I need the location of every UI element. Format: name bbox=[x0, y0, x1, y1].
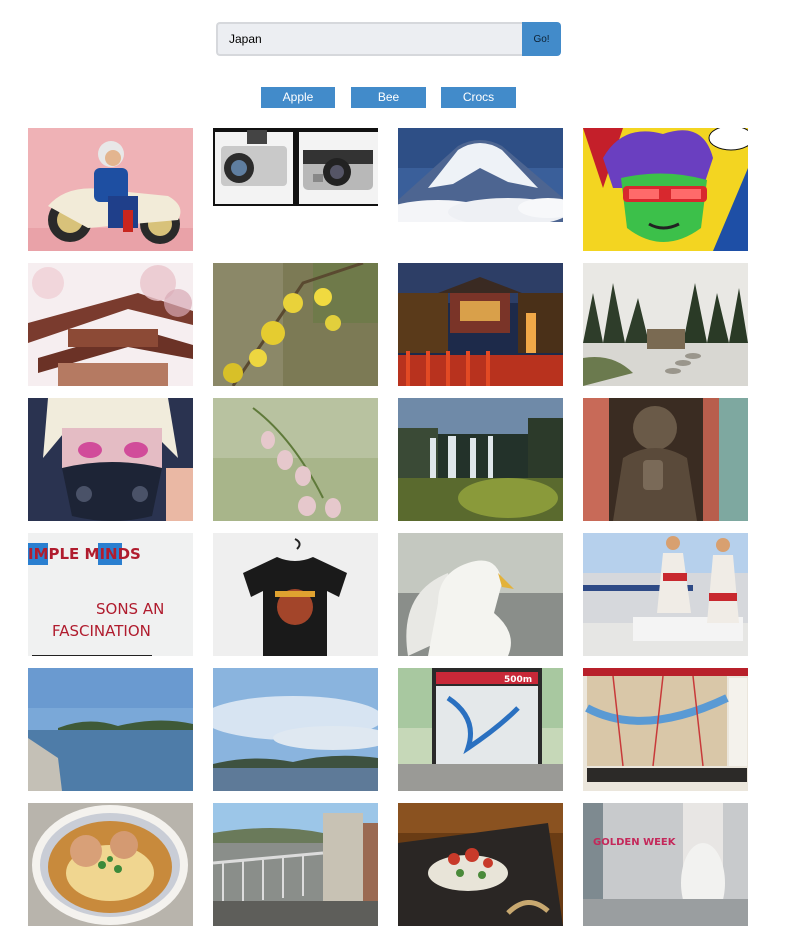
album-title-line-2: FASCINATION bbox=[52, 622, 151, 640]
thumbnail-masked-face[interactable] bbox=[28, 398, 193, 521]
album-title-line-1: SONS AN bbox=[96, 600, 164, 618]
crocs-button[interactable]: Crocs bbox=[441, 87, 516, 108]
thumbnail-bay-clouds[interactable] bbox=[213, 668, 378, 791]
thumbnail-fenced-lot[interactable] bbox=[213, 803, 378, 926]
thumbnail-food-plate[interactable] bbox=[398, 803, 563, 926]
thumbnail-mount-fuji[interactable] bbox=[398, 128, 563, 251]
thumbnail-waterfall[interactable] bbox=[398, 398, 563, 521]
thumbnail-simple-minds-record[interactable]: IMPLE MINDS SONS AN FASCINATION bbox=[28, 533, 193, 656]
thumbnail-shop-window[interactable]: GOLDEN WEEK bbox=[583, 803, 748, 926]
apple-button[interactable]: Apple bbox=[261, 87, 335, 108]
search-form: Go! bbox=[216, 22, 561, 56]
map-sign-distance: 500m bbox=[504, 675, 532, 685]
thumbnail-bell-flowers[interactable] bbox=[213, 398, 378, 521]
thumbnail-white-swan[interactable] bbox=[398, 533, 563, 656]
thumbnail-toy-motorcycle[interactable] bbox=[28, 128, 193, 251]
thumbnail-buddha-statue[interactable] bbox=[583, 398, 748, 521]
shop-window-text: GOLDEN WEEK bbox=[593, 837, 677, 848]
thumbnail-ramen-bowl[interactable] bbox=[28, 803, 193, 926]
search-input[interactable] bbox=[216, 22, 523, 56]
thumbnail-map-sign[interactable]: 500m bbox=[398, 668, 563, 791]
thumbnail-town-map-board[interactable] bbox=[583, 668, 748, 791]
thumbnail-sea-islands[interactable] bbox=[28, 668, 193, 791]
thumbnail-shrine-night[interactable] bbox=[398, 263, 563, 386]
thumbnail-zen-garden[interactable] bbox=[583, 263, 748, 386]
bee-button[interactable]: Bee bbox=[351, 87, 426, 108]
thumbnail-yellow-flowers[interactable] bbox=[213, 263, 378, 386]
thumbnail-cameras[interactable] bbox=[213, 128, 378, 251]
go-button[interactable]: Go! bbox=[522, 22, 561, 56]
thumbnail-dancer-statues[interactable] bbox=[583, 533, 748, 656]
band-name-text: IMPLE MINDS bbox=[28, 545, 141, 563]
thumbnail-black-tshirt[interactable] bbox=[213, 533, 378, 656]
thumbnail-pagoda[interactable] bbox=[28, 263, 193, 386]
thumbnail-comic-face[interactable] bbox=[583, 128, 748, 251]
